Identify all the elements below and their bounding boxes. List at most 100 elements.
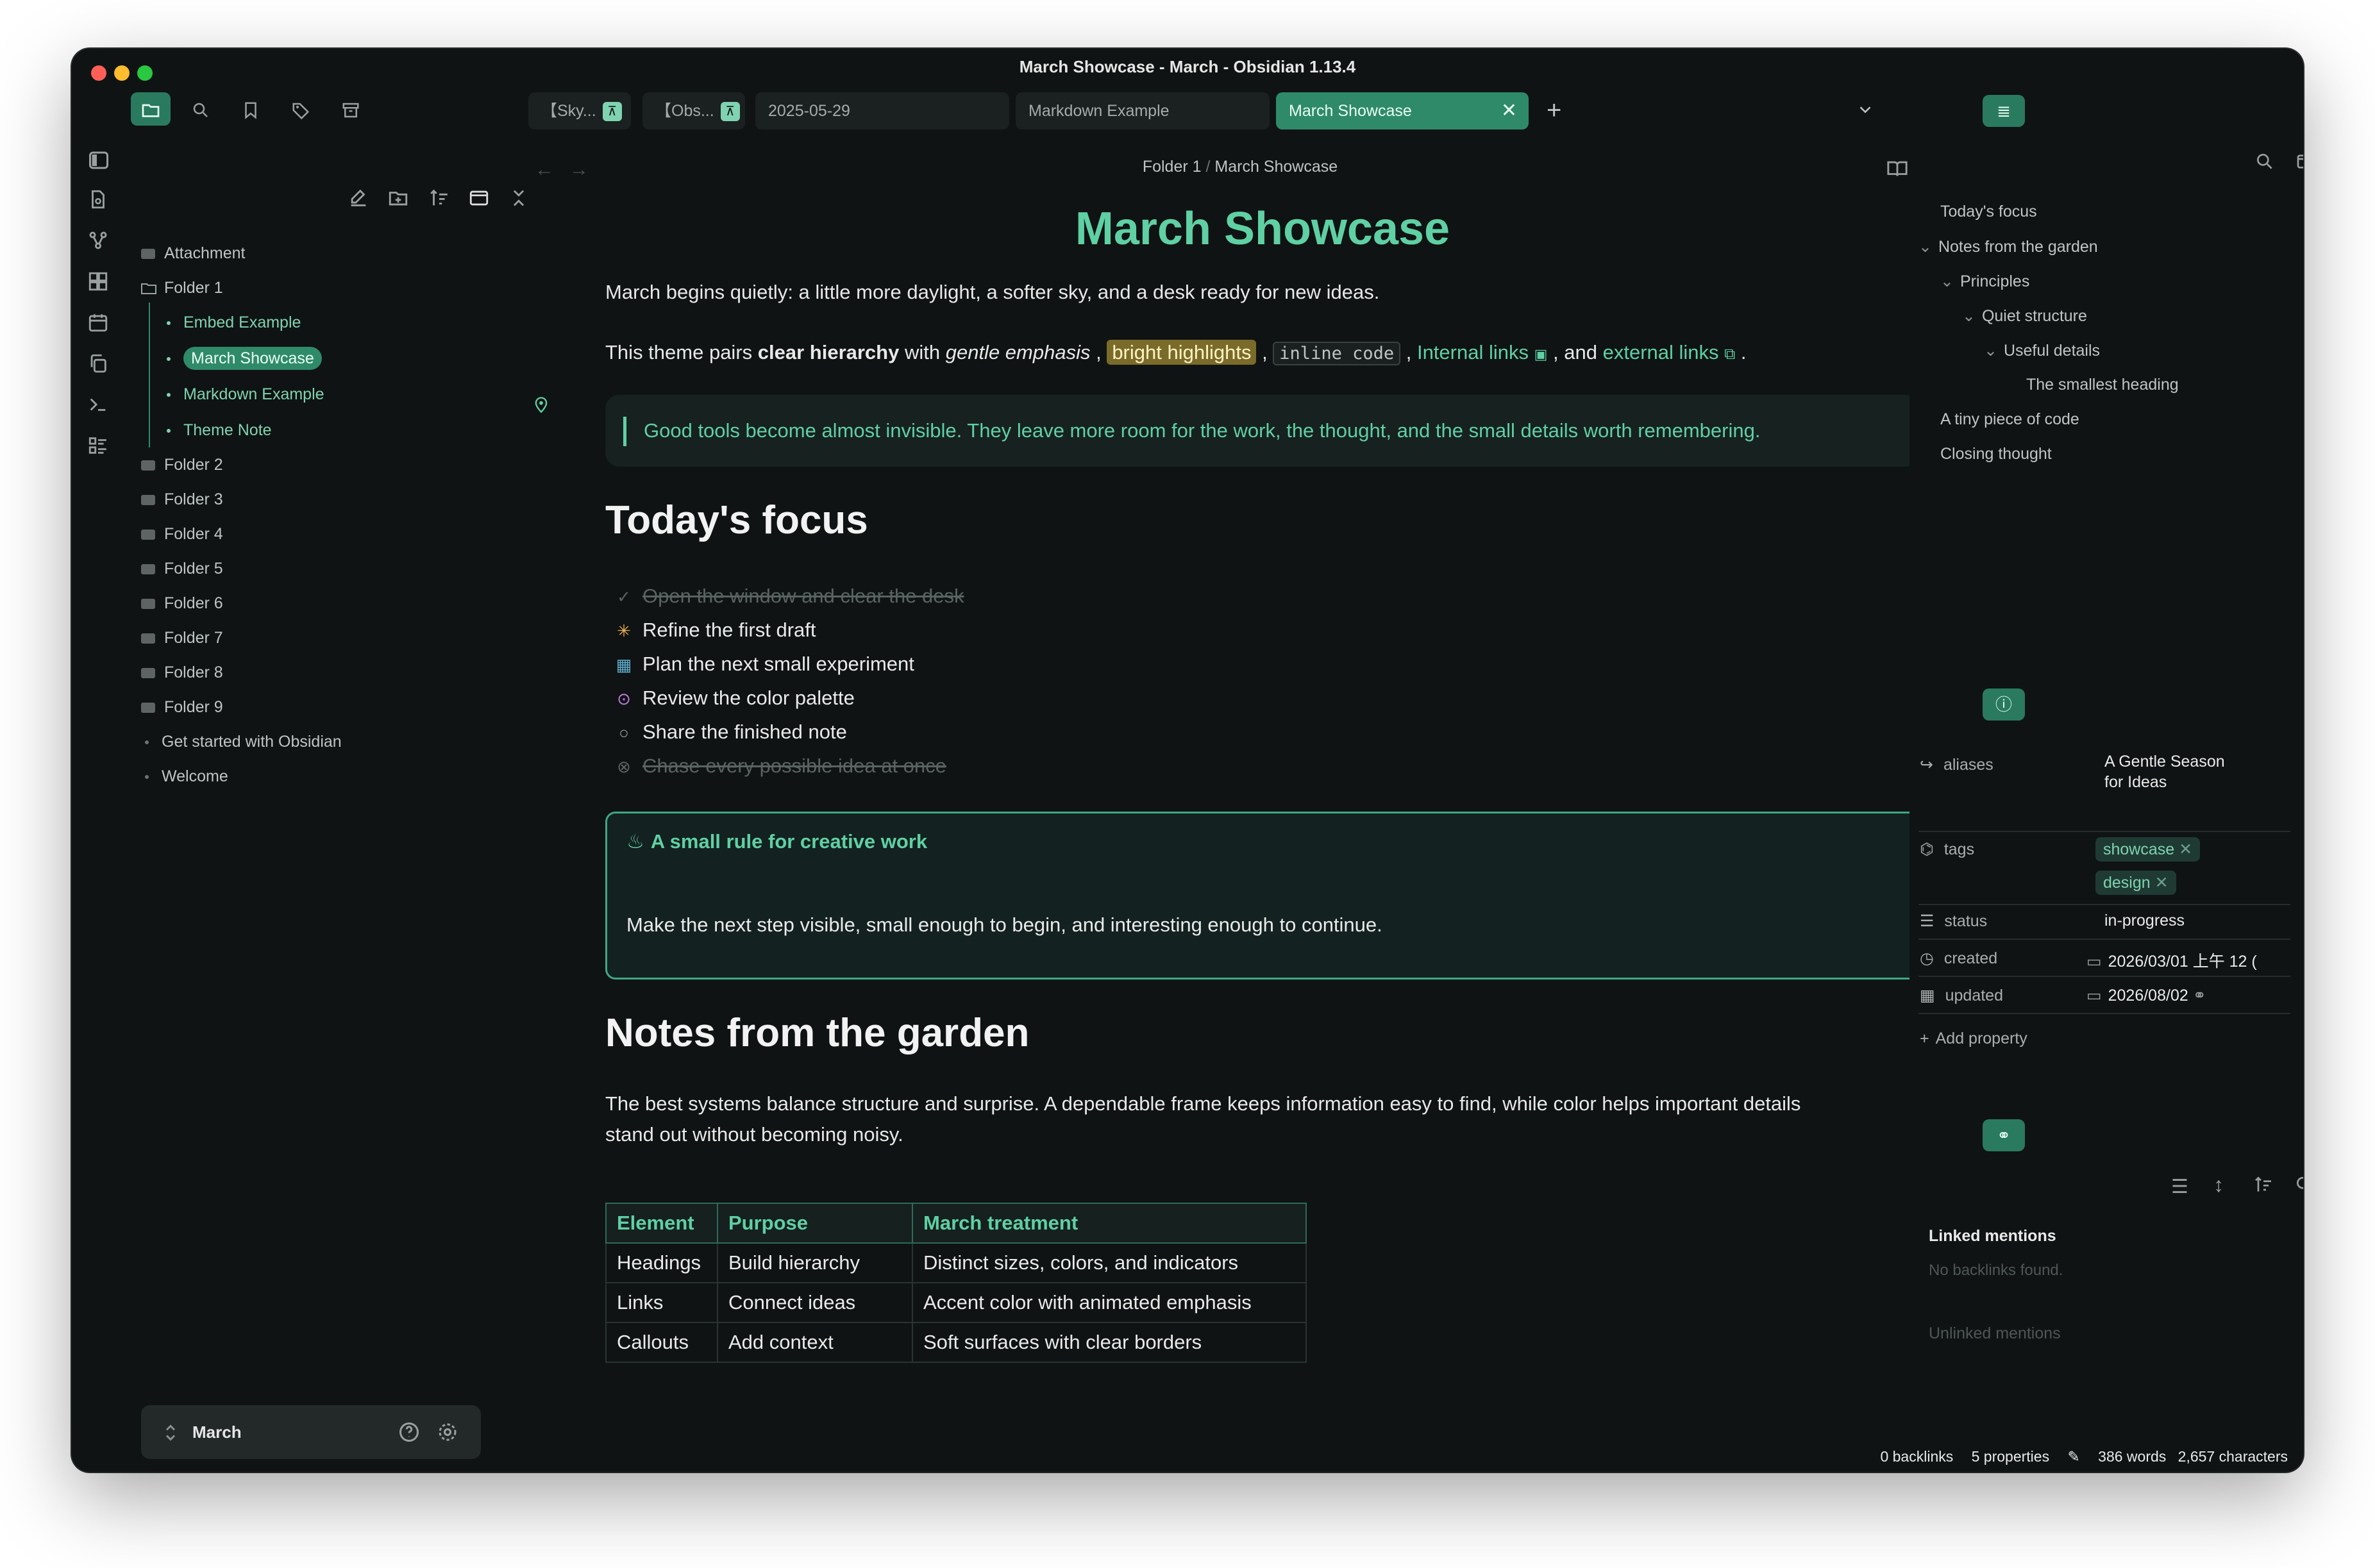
status-backlinks[interactable]: 0 backlinks bbox=[1880, 1448, 1953, 1465]
sidebar-toggle-icon[interactable] bbox=[87, 149, 113, 174]
outline-item[interactable]: ⌄ Notes from the garden bbox=[1918, 237, 2098, 256]
tag-pill[interactable]: showcase ✕ bbox=[2095, 837, 2201, 862]
help-icon[interactable] bbox=[398, 1421, 421, 1447]
status-words[interactable]: 386 words bbox=[2098, 1448, 2166, 1465]
edit-pencil-icon[interactable]: ✎ bbox=[2067, 1448, 2079, 1465]
reading-view-icon[interactable] bbox=[1886, 158, 1908, 183]
tree-folder-open[interactable]: Folder 1 bbox=[141, 273, 223, 303]
tree-folder[interactable]: Folder 9 bbox=[141, 692, 223, 722]
new-tab-icon[interactable]: + bbox=[1547, 96, 1561, 125]
bookmark-icon[interactable] bbox=[231, 92, 271, 126]
ribbon bbox=[72, 85, 130, 1472]
collapse-all-button[interactable] bbox=[508, 187, 530, 212]
tree-folder[interactable]: Folder 6 bbox=[141, 588, 223, 618]
garden-paragraph-line1: The best systems balance structure and s… bbox=[605, 1092, 1801, 1115]
tag-icon[interactable] bbox=[281, 92, 321, 126]
close-tab-icon[interactable]: ✕ bbox=[1501, 92, 1517, 129]
internal-link[interactable]: Internal links ▣ bbox=[1417, 341, 1547, 363]
files-icon[interactable] bbox=[131, 92, 171, 126]
templates-icon[interactable] bbox=[87, 435, 113, 460]
task-item[interactable]: ⊗ Chase every possible idea at once bbox=[614, 755, 946, 778]
tab-markdown-example[interactable]: Markdown Example bbox=[1016, 92, 1270, 129]
chevron-down-icon[interactable] bbox=[1856, 100, 1875, 122]
outline-item[interactable]: Closing thought bbox=[1940, 445, 2052, 463]
archive-icon[interactable] bbox=[331, 92, 371, 126]
quote-text: Good tools become almost invisible. They… bbox=[644, 419, 1761, 442]
no-backlinks-text: No backlinks found. bbox=[1929, 1262, 2063, 1279]
breadcrumb-note[interactable]: March Showcase bbox=[1214, 158, 1338, 176]
tab-obs[interactable]: 【Obs... ⊼ bbox=[642, 92, 745, 129]
graph-view-icon[interactable] bbox=[87, 229, 113, 255]
tree-folder[interactable]: Folder 7 bbox=[141, 623, 223, 653]
aliases-value-line1[interactable]: A Gentle Season bbox=[2104, 753, 2225, 771]
status-characters[interactable]: 2,657 characters bbox=[2178, 1448, 2288, 1465]
search-icon[interactable] bbox=[2254, 151, 2275, 175]
aliases-value-line2[interactable]: for Ideas bbox=[2104, 773, 2167, 792]
tree-folder[interactable]: Folder 4 bbox=[141, 519, 223, 549]
search-icon[interactable] bbox=[2294, 1174, 2303, 1198]
list-view-icon[interactable]: ☰ bbox=[2171, 1176, 2188, 1198]
tree-file[interactable]: Theme Note bbox=[167, 415, 272, 445]
editor-pane: ← → Folder 1 / March Showcase ⋯ March Sh… bbox=[528, 145, 1952, 1472]
add-property-button[interactable]: + Add property bbox=[1920, 1030, 2027, 1048]
linked-mentions-heading[interactable]: Linked mentions bbox=[1929, 1227, 2056, 1246]
table-row: Headings Build hierarchy Distinct sizes, c… bbox=[605, 1242, 1307, 1283]
outline-item[interactable]: Today's focus bbox=[1940, 203, 2037, 221]
task-item[interactable]: ✳ Refine the first draft bbox=[614, 619, 816, 642]
tree-folder[interactable]: Attachment bbox=[141, 238, 245, 268]
tree-file[interactable]: Get started with Obsidian bbox=[145, 727, 342, 756]
vault-switcher[interactable]: March bbox=[141, 1405, 481, 1459]
updated-value[interactable]: ▭ 2026/08/02 ⚭ bbox=[2086, 986, 2206, 1005]
outline-item[interactable]: ⌄ Quiet structure bbox=[1962, 306, 2087, 326]
layout-icon[interactable] bbox=[2295, 151, 2303, 175]
new-folder-button[interactable] bbox=[387, 187, 409, 212]
outline-item[interactable]: ⌄ Useful details bbox=[1984, 341, 2100, 360]
task-item[interactable]: ⊙ Review the color palette bbox=[614, 687, 855, 710]
sort-icon[interactable] bbox=[2253, 1174, 2274, 1198]
task-item[interactable]: ✓ Open the window and clear the desk bbox=[614, 585, 964, 608]
search-icon[interactable] bbox=[181, 92, 221, 126]
obsidian-window: March Showcase - March - Obsidian 1.13.4 bbox=[72, 49, 2303, 1472]
new-note-button[interactable] bbox=[348, 187, 369, 212]
heading-notes-from-the-garden: Notes from the garden bbox=[605, 1011, 1030, 1055]
task-item[interactable]: ▦ Plan the next small experiment bbox=[614, 653, 914, 676]
remove-tag-icon: ✕ bbox=[2179, 840, 2193, 858]
tree-folder[interactable]: Folder 8 bbox=[141, 658, 223, 687]
outline-icon[interactable]: ≣ bbox=[1983, 95, 2025, 127]
outline-item[interactable]: The smallest heading bbox=[2026, 376, 2179, 394]
tree-file[interactable]: Welcome bbox=[145, 762, 228, 791]
canvas-icon[interactable] bbox=[87, 271, 113, 296]
tree-folder[interactable]: Folder 2 bbox=[141, 450, 223, 480]
properties-info-icon[interactable]: ⓘ bbox=[1983, 688, 2025, 721]
tag-pill[interactable]: design ✕ bbox=[2095, 871, 2176, 895]
garden-paragraph-line2: stand out without becoming noisy. bbox=[605, 1123, 903, 1146]
gear-icon[interactable] bbox=[436, 1421, 459, 1447]
tree-file[interactable]: Markdown Example bbox=[167, 379, 324, 409]
tab-march-showcase[interactable]: March Showcase ✕ bbox=[1276, 92, 1529, 129]
created-value[interactable]: ▭ 2026/03/01 上午 12 ( bbox=[2086, 949, 2289, 972]
tree-file[interactable]: Embed Example bbox=[167, 308, 301, 337]
status-properties[interactable]: 5 properties bbox=[1972, 1448, 2049, 1465]
unlinked-mentions-heading[interactable]: Unlinked mentions bbox=[1929, 1324, 2061, 1343]
tab-daily-note[interactable]: 2025-05-29 bbox=[755, 92, 1009, 129]
terminal-icon[interactable] bbox=[87, 394, 113, 419]
outline-item[interactable]: A tiny piece of code bbox=[1940, 410, 2079, 429]
tab-sky[interactable]: 【Sky... ⊼ bbox=[528, 92, 631, 129]
outline-item[interactable]: ⌄ Principles bbox=[1940, 272, 2029, 291]
task-item[interactable]: ○ Share the finished note bbox=[614, 721, 847, 744]
tree-file-active[interactable]: March Showcase bbox=[167, 344, 322, 373]
external-link[interactable]: external links ⧉ bbox=[1603, 341, 1736, 363]
backlinks-icon[interactable]: ⚭ bbox=[1983, 1119, 2025, 1151]
copy-icon[interactable] bbox=[87, 353, 113, 378]
status-value[interactable]: in-progress bbox=[2104, 912, 2185, 930]
tree-folder[interactable]: Folder 3 bbox=[141, 485, 223, 514]
new-note-icon[interactable] bbox=[87, 188, 113, 214]
expand-icon[interactable]: ↕ bbox=[2213, 1173, 2224, 1197]
sort-button[interactable] bbox=[428, 187, 450, 212]
auto-reveal-button[interactable] bbox=[468, 187, 490, 212]
calendar-icon[interactable] bbox=[87, 312, 113, 337]
callout: ♨ A small rule for creative work Make the… bbox=[605, 812, 1920, 980]
tree-folder[interactable]: Folder 5 bbox=[141, 554, 223, 583]
highlight-text: bright highlights bbox=[1107, 340, 1257, 365]
breadcrumb-folder[interactable]: Folder 1 bbox=[1143, 158, 1202, 176]
